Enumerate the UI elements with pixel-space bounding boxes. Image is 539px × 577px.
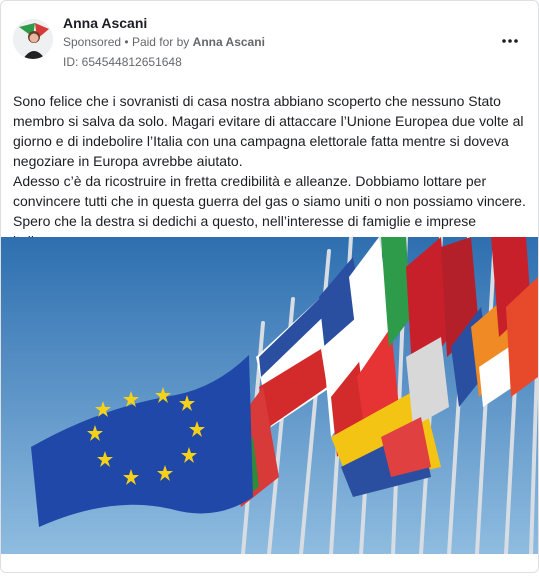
more-options-button[interactable] xyxy=(500,31,520,51)
separator-dot: • xyxy=(124,35,129,49)
sponsored-line: Sponsored • Paid for by Anna Ascani xyxy=(63,35,265,49)
more-horizontal-icon xyxy=(502,39,518,43)
post-image[interactable] xyxy=(1,235,538,556)
post-text: Sono felice che i sovranisti di casa nos… xyxy=(13,91,528,251)
paid-for-prefix: Paid for by xyxy=(131,35,190,49)
avatar-image xyxy=(13,19,53,59)
post-header: Anna Ascani Sponsored • Paid for by Anna… xyxy=(1,1,538,81)
flags-photo xyxy=(1,235,538,556)
author-name[interactable]: Anna Ascani xyxy=(63,15,147,31)
ad-id: ID: 654544812651648 xyxy=(63,55,182,69)
sponsored-label: Sponsored xyxy=(63,35,122,49)
ad-card: Anna Ascani Sponsored • Paid for by Anna… xyxy=(0,0,539,573)
paid-for-name: Anna Ascani xyxy=(192,35,265,49)
post-paragraph-1: Sono felice che i sovranisti di casa nos… xyxy=(13,93,524,169)
author-avatar[interactable] xyxy=(13,19,53,59)
